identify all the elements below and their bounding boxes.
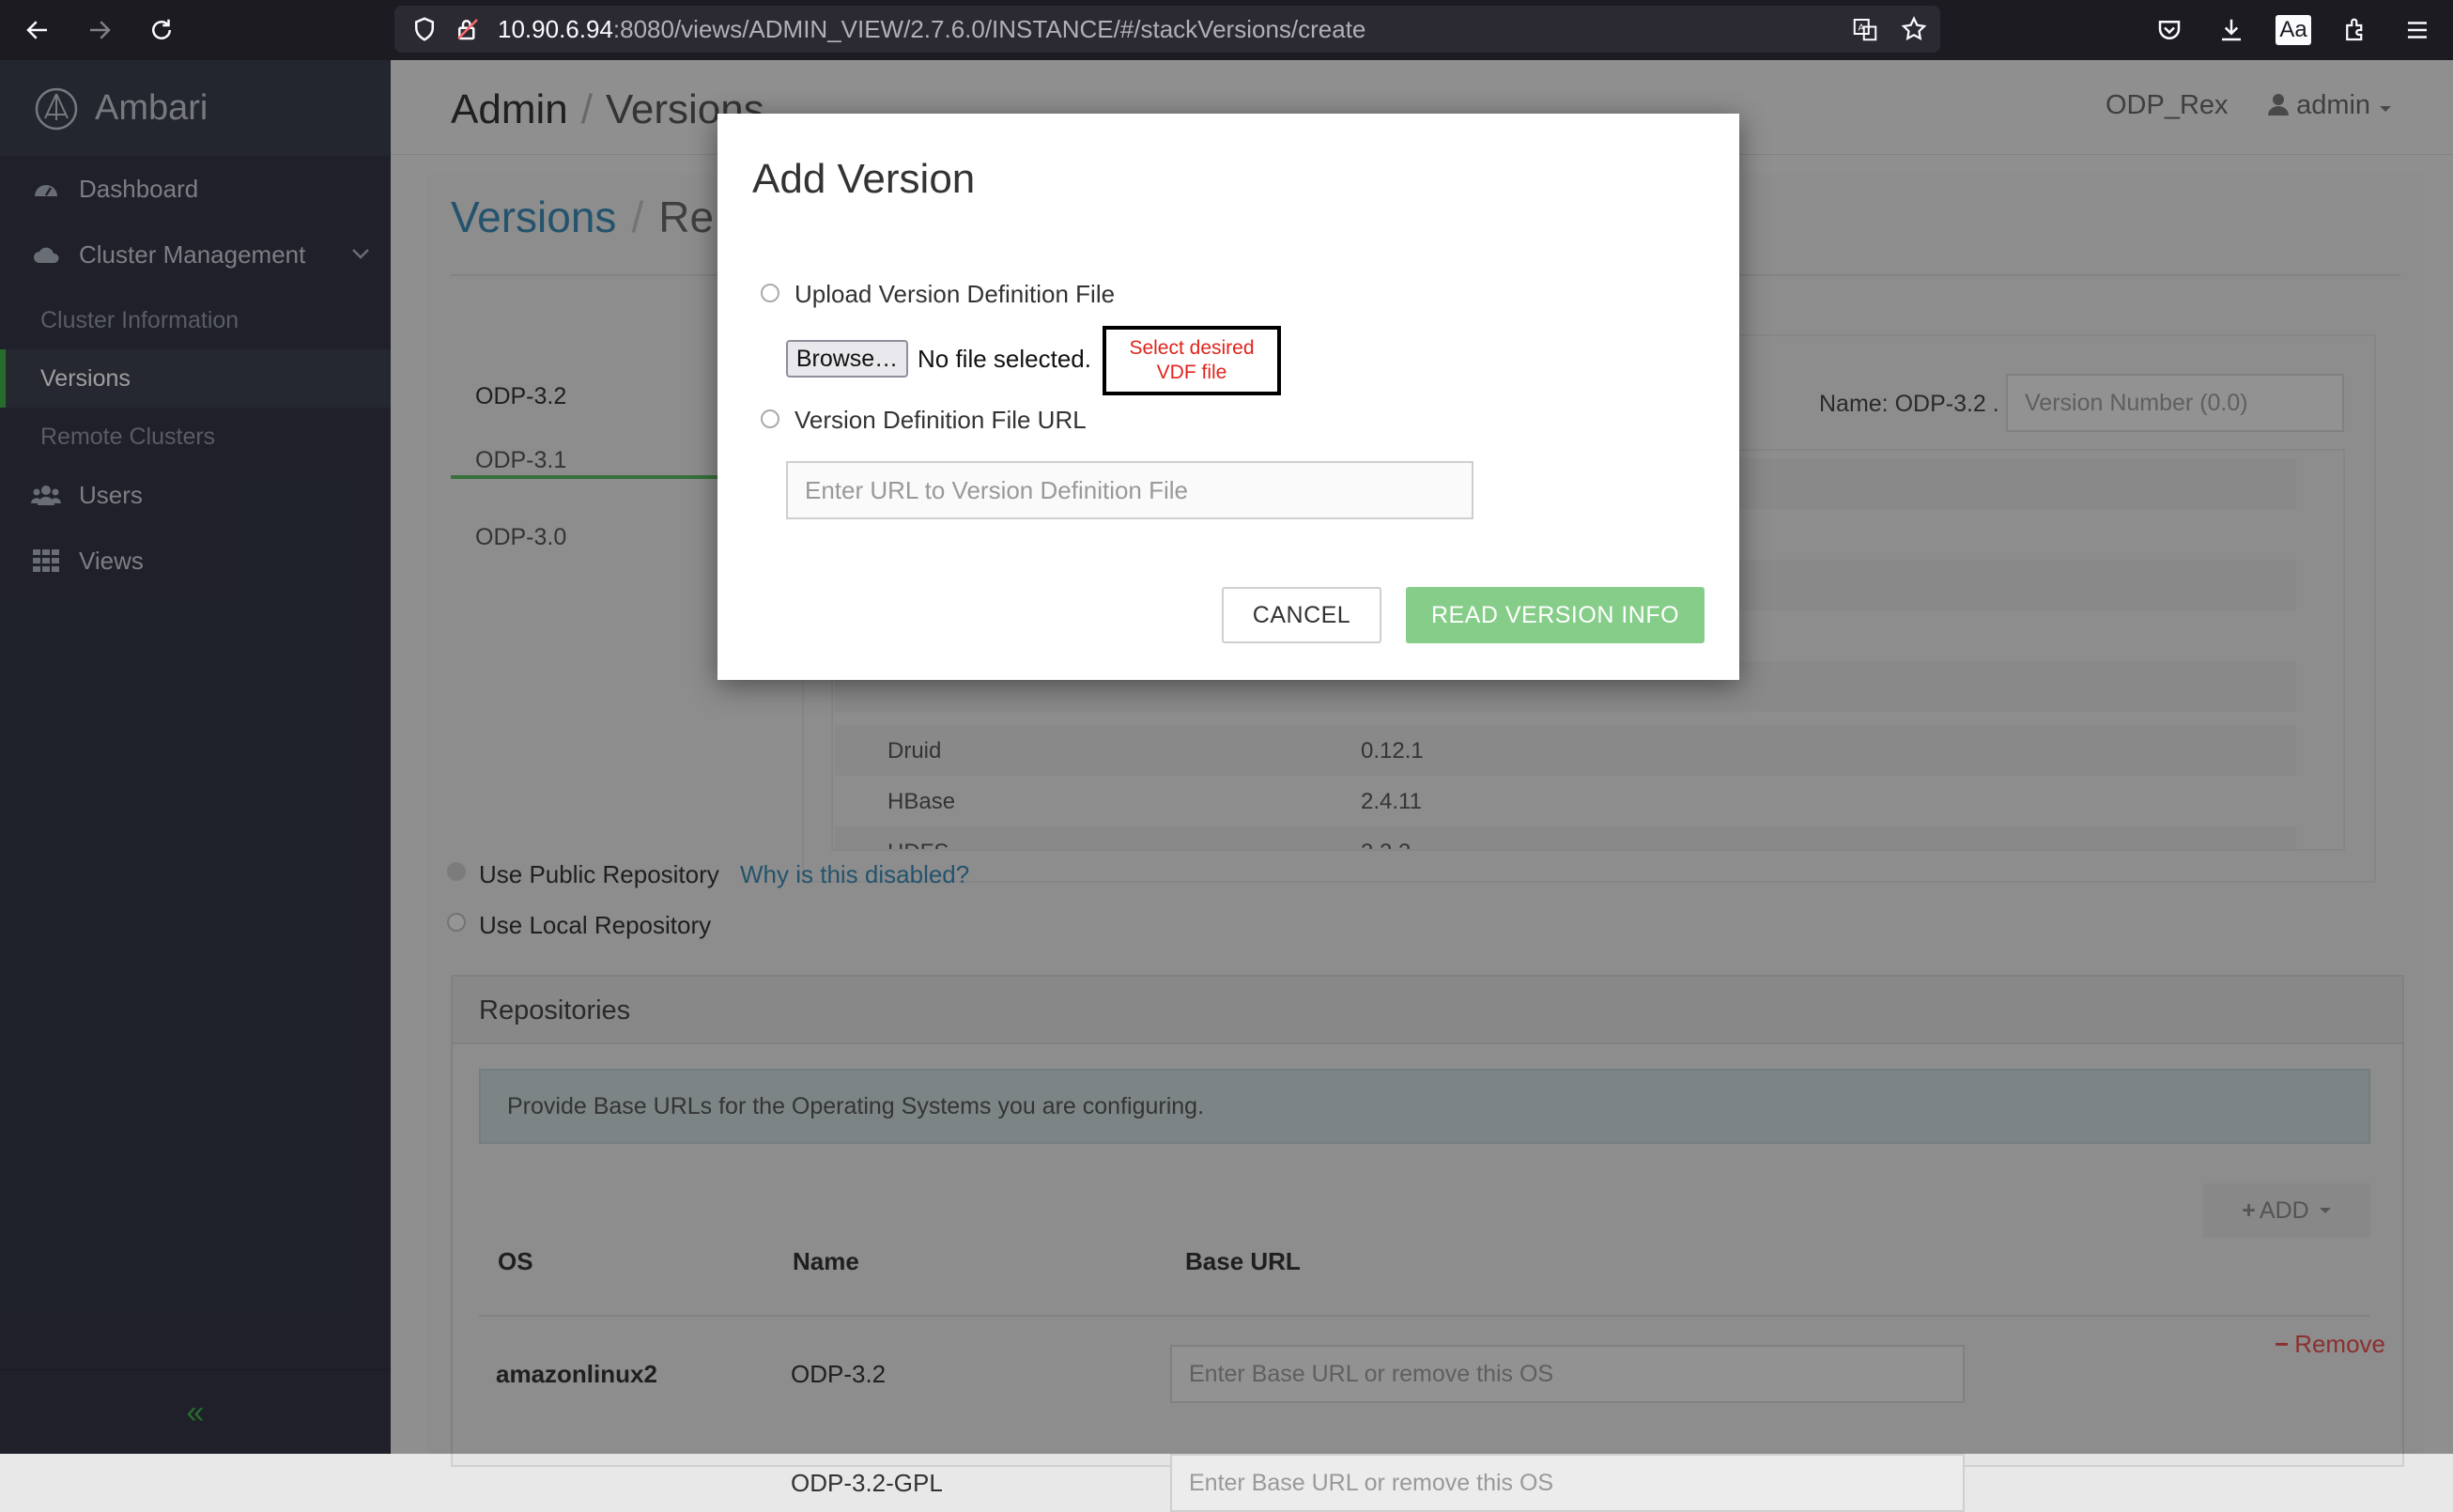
repo-name: ODP-3.2-GPL [791,1469,943,1497]
vdf-url-input[interactable]: Enter URL to Version Definition File [786,461,1473,519]
shield-icon[interactable] [402,7,447,52]
vdf-url-label[interactable]: Version Definition File URL [795,406,1087,435]
reload-icon[interactable] [139,8,184,53]
reader-view-icon[interactable]: Aa [2271,8,2316,53]
extensions-icon[interactable] [2333,8,2378,53]
url-text[interactable]: 10.90.6.94:8080/views/ADMIN_VIEW/2.7.6.0… [498,6,1365,53]
translate-icon[interactable]: A [1843,7,1888,52]
cancel-button[interactable]: CANCEL [1222,587,1381,643]
reader-label: Aa [2276,15,2311,45]
read-version-info-button[interactable]: READ VERSION INFO [1406,587,1705,643]
modal-title: Add Version [752,156,976,202]
insecure-lock-icon[interactable] [445,7,490,52]
forward-arrow-icon[interactable] [77,8,122,53]
base-url-input[interactable]: Enter Base URL or remove this OS [1170,1454,1965,1512]
hamburger-menu-icon[interactable] [2395,8,2440,53]
browser-toolbar: 10.90.6.94:8080/views/ADMIN_VIEW/2.7.6.0… [0,0,2453,60]
upload-file-radio[interactable] [761,284,779,302]
annotation-line-2: VDF file [1156,362,1227,383]
url-host: 10.90.6.94 [498,15,613,43]
download-icon[interactable] [2209,8,2254,53]
annotation-callout: Select desired VDF file [1103,326,1281,395]
annotation-line-1: Select desired [1129,337,1255,359]
bookmark-star-icon[interactable] [1891,7,1936,52]
url-bar[interactable]: 10.90.6.94:8080/views/ADMIN_VIEW/2.7.6.0… [394,6,1940,53]
browse-button[interactable]: Browse… [786,340,908,378]
add-version-modal: Add Version Upload Version Definition Fi… [717,114,1739,680]
pocket-icon[interactable] [2147,8,2192,53]
url-path: :8080/views/ADMIN_VIEW/2.7.6.0/INSTANCE/… [612,15,1366,43]
svg-text:A: A [1859,23,1865,33]
upload-file-label[interactable]: Upload Version Definition File [795,280,1115,309]
vdf-url-radio[interactable] [761,409,779,428]
no-file-selected-text: No file selected. [918,345,1091,373]
back-arrow-icon[interactable] [15,8,60,53]
